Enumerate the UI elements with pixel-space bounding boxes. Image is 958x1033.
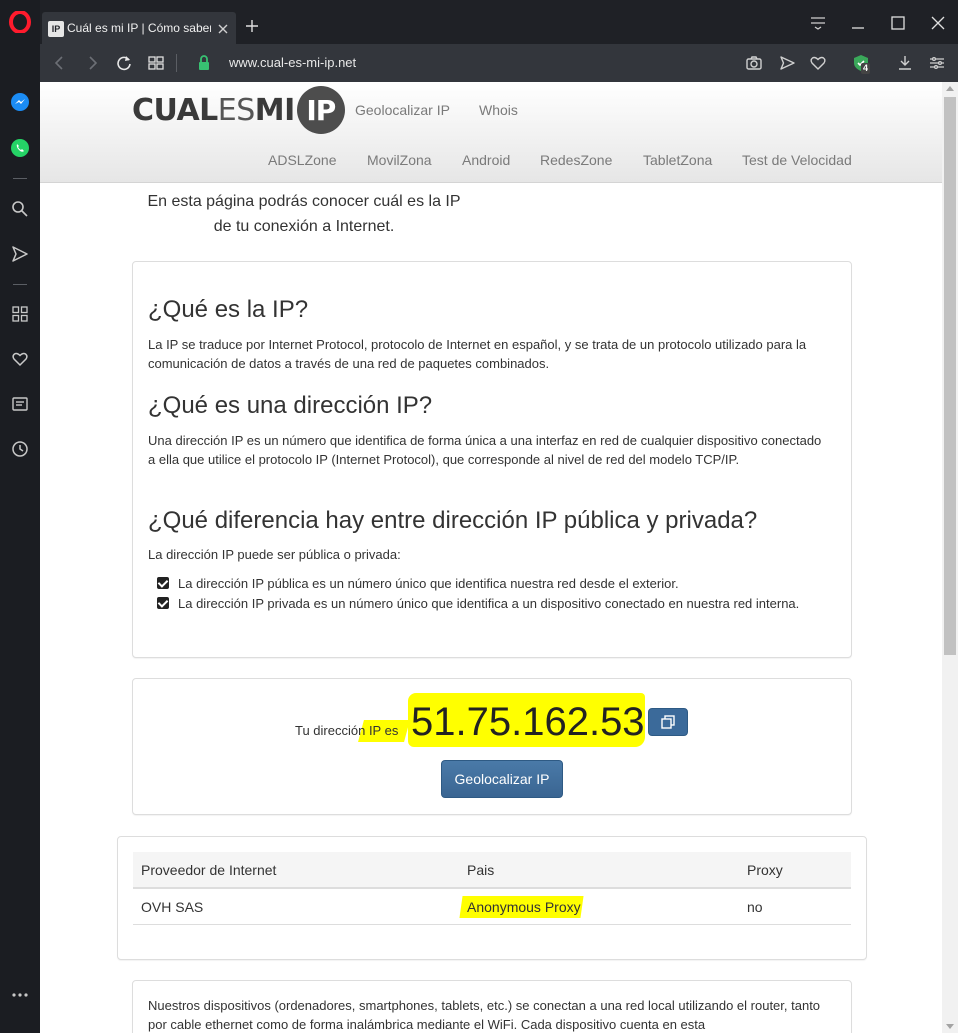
close-tab-icon[interactable] — [216, 22, 230, 36]
table-header: Proveedor de Internet Pais Proxy — [133, 852, 851, 889]
checkbox-icon — [157, 577, 169, 589]
vpn-badge-count: 4 — [861, 63, 871, 74]
reload-icon[interactable] — [114, 53, 134, 73]
speed-dial-icon[interactable] — [8, 302, 32, 326]
nav-whois[interactable]: Whois — [479, 102, 518, 118]
info-panel: ¿Qué es la IP? La IP se traduce por Inte… — [132, 261, 852, 658]
sidebar-divider — [13, 284, 27, 285]
sidebar-divider — [13, 178, 27, 179]
checkbox-icon — [157, 597, 169, 609]
logo-ip-badge: IP — [296, 86, 345, 134]
send-page-icon[interactable] — [777, 53, 797, 73]
send-icon[interactable] — [8, 242, 32, 266]
favicon-icon: IP — [48, 21, 64, 37]
ip-label: Tu dirección IP es — [295, 723, 399, 738]
opera-logo-icon[interactable] — [9, 11, 31, 33]
scroll-up-icon[interactable] — [946, 86, 954, 91]
heading-diferencia: ¿Qué diferencia hay entre dirección IP p… — [148, 507, 758, 534]
paragraph-ip: La IP se traduce por Internet Protocol, … — [148, 337, 807, 371]
scrollbar-thumb[interactable] — [944, 97, 956, 655]
nav-movilzona[interactable]: MovilZona — [367, 152, 432, 168]
tab-bar: IP Cuál es mi IP | Cómo saber — [40, 0, 958, 44]
tabs-grid-icon[interactable] — [146, 53, 166, 73]
site-header: CUALESMI IP Geolocalizar IP Whois ADSLZo… — [40, 82, 942, 183]
forward-icon[interactable] — [82, 53, 102, 73]
check-item-privada: La dirección IP privada es un número úni… — [157, 594, 817, 613]
nav-android[interactable]: Android — [462, 152, 510, 168]
bottom-paragraph: Nuestros dispositivos (ordenadores, smar… — [148, 998, 821, 1032]
copy-icon — [661, 715, 675, 729]
download-icon[interactable] — [895, 53, 915, 73]
back-icon[interactable] — [50, 53, 70, 73]
ip-panel: Tu dirección IP es 51.75.162.53 Geolocal… — [132, 678, 852, 815]
nav-redeszone[interactable]: RedesZone — [540, 152, 612, 168]
url-field[interactable]: www.cual-es-mi-ip.net — [229, 55, 356, 70]
opera-sidebar — [0, 0, 40, 1033]
search-icon[interactable] — [8, 197, 32, 221]
whatsapp-icon[interactable] — [8, 136, 32, 160]
header-pais: Pais — [467, 862, 495, 878]
paragraph-publica-privada: La dirección IP puede ser pública o priv… — [148, 547, 401, 562]
tab-title: Cuál es mi IP | Cómo saber — [67, 21, 211, 35]
geolocate-button[interactable]: Geolocalizar IP — [441, 760, 563, 798]
messenger-icon[interactable] — [8, 90, 32, 114]
close-window-icon[interactable] — [929, 14, 947, 32]
heading-direccion-ip: ¿Qué es una dirección IP? — [148, 392, 433, 419]
scroll-down-icon[interactable] — [946, 1024, 954, 1029]
address-bar: www.cual-es-mi-ip.net 4 — [40, 44, 958, 82]
heading-que-es-ip: ¿Qué es la IP? — [148, 296, 309, 323]
bottom-panel: Nuestros dispositivos (ordenadores, smar… — [132, 980, 852, 1033]
cell-proxy: no — [747, 899, 763, 915]
nav-geolocalizar[interactable]: Geolocalizar IP — [355, 102, 450, 118]
header-proxy: Proxy — [747, 862, 783, 878]
check-item-publica: La dirección IP pública es un número úni… — [157, 574, 817, 593]
history-icon[interactable] — [8, 437, 32, 461]
news-icon[interactable] — [8, 392, 32, 416]
bookmark-heart-icon[interactable] — [808, 53, 828, 73]
nav-test-velocidad[interactable]: Test de Velocidad — [742, 152, 852, 168]
page-viewport: CUALESMI IP Geolocalizar IP Whois ADSLZo… — [40, 82, 958, 1033]
paragraph-direccion: Una dirección IP es un número que identi… — [148, 433, 822, 467]
minimize-icon[interactable] — [849, 14, 867, 32]
isp-panel: Proveedor de Internet Pais Proxy OVH SAS… — [117, 836, 867, 960]
new-tab-icon[interactable] — [244, 18, 260, 34]
address-separator — [176, 54, 177, 72]
header-proveedor: Proveedor de Internet — [141, 862, 277, 878]
camera-icon[interactable] — [744, 53, 764, 73]
more-icon[interactable] — [8, 983, 32, 1007]
scrollbar[interactable] — [942, 82, 958, 1033]
copy-ip-button[interactable] — [648, 708, 688, 736]
logo-text: CUALESMI — [132, 92, 295, 128]
tab-menu-icon[interactable] — [809, 14, 827, 32]
nav-tabletzona[interactable]: TabletZona — [643, 152, 712, 168]
intro-text: En esta página podrás conocer cuál es la… — [147, 193, 461, 235]
isp-table: Proveedor de Internet Pais Proxy OVH SAS… — [133, 852, 851, 925]
heart-icon[interactable] — [8, 347, 32, 371]
cell-proveedor: OVH SAS — [141, 899, 204, 915]
maximize-icon[interactable] — [889, 14, 907, 32]
table-row: OVH SAS Anonymous Proxy no — [133, 889, 851, 925]
site-logo[interactable]: CUALESMI IP — [132, 86, 345, 134]
cell-pais: Anonymous Proxy — [467, 899, 581, 915]
lock-icon[interactable] — [194, 53, 214, 73]
easy-setup-icon[interactable] — [927, 53, 947, 73]
ip-address: 51.75.162.53 — [411, 700, 645, 744]
browser-tab[interactable]: IP Cuál es mi IP | Cómo saber — [42, 12, 236, 44]
nav-adslzone[interactable]: ADSLZone — [268, 152, 336, 168]
